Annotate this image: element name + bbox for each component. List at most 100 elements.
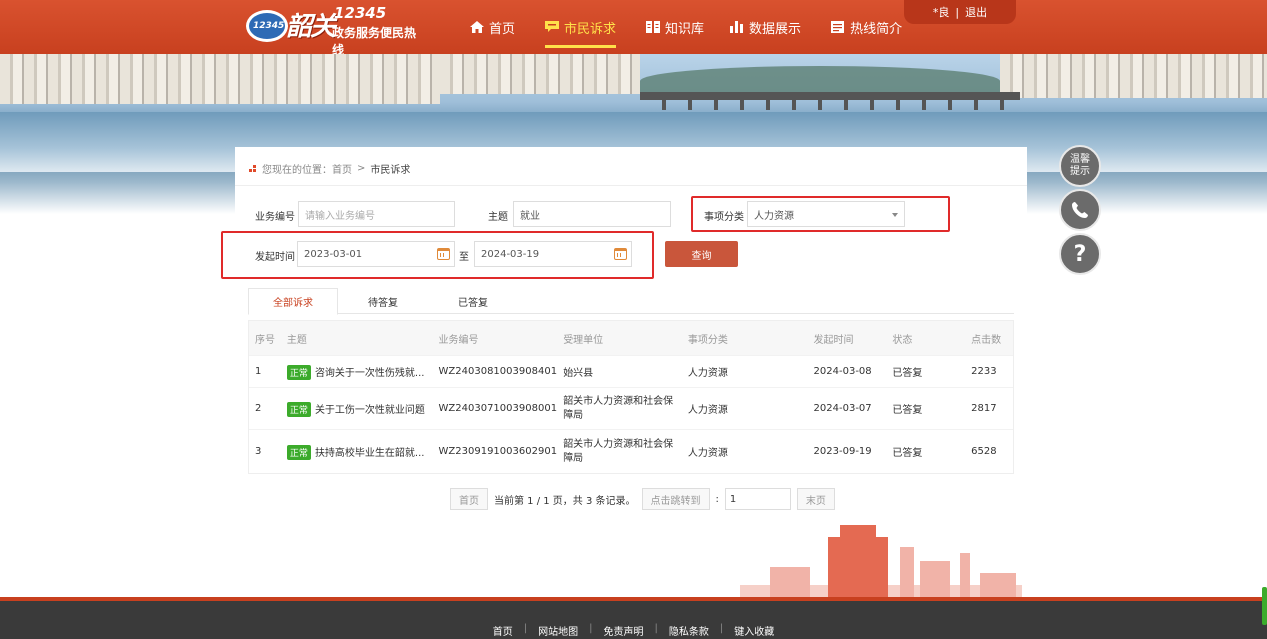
user-box: *良 | 退出 <box>904 0 1016 24</box>
subject-value: 就业 <box>520 210 540 222</box>
last-page-button[interactable]: 末页 <box>796 488 835 510</box>
city-buildings-mid <box>440 54 640 94</box>
end-date-input[interactable]: 2024-03-19 <box>474 241 632 267</box>
status-badge: 正常 <box>286 444 311 460</box>
nav-home[interactable]: 首页 <box>470 0 515 54</box>
footer: 首页 | 网站地图 | 免责声明 | 隐私条款 | 键入收藏 <box>0 601 1267 639</box>
breadcrumb-separator: > <box>357 163 366 174</box>
footer-link-bookmark[interactable]: 键入收藏 <box>723 623 785 638</box>
table-row[interactable]: 3 正常 扶持高校毕业生在韶就... WZ2309191003602901 韶关市… <box>249 429 1013 473</box>
footer-link-privacy[interactable]: 隐私条款 <box>658 623 720 638</box>
breadcrumb-prefix: 您现在的位置： <box>262 165 332 176</box>
subject-label: 主题 <box>488 212 508 223</box>
logout-link[interactable]: 退出 <box>965 4 987 20</box>
col-no: 序号 <box>255 334 275 346</box>
row-title-text[interactable]: 咨询关于一次性伤残就... <box>315 368 425 379</box>
tips-label: 温馨提示 <box>1070 154 1090 177</box>
business-no-input[interactable]: 请输入业务编号 <box>298 201 455 227</box>
chevron-down-icon <box>892 213 898 217</box>
home-icon <box>470 21 484 33</box>
pagination: 首页 当前第 1 / 1 页，共 3 条记录。 点击跳转到 : 1 末页 <box>450 488 835 510</box>
jump-button[interactable]: 点击跳转到 <box>641 488 710 510</box>
col-date: 发起时间 <box>813 334 854 346</box>
nav-citizen-appeals[interactable]: 市民诉求 <box>545 0 617 54</box>
main-panel: 您现在的位置： 首页 > 市民诉求 业务编号 请输入业务编号 主题 就业 事项分… <box>221 147 1027 527</box>
end-date-value: 2024-03-19 <box>481 248 540 260</box>
user-separator: | <box>955 5 960 19</box>
city-buildings-right <box>1000 54 1267 98</box>
logo-ring-text: 12345 <box>253 21 285 31</box>
username[interactable]: *良 <box>933 4 950 20</box>
divider <box>235 185 1027 186</box>
breadcrumb: 您现在的位置： 首页 > 市民诉求 <box>249 161 410 176</box>
tab-pending[interactable]: 待答复 <box>338 288 428 314</box>
main-nav: 首页 市民诉求 知识库 数据展示 热线简介 <box>470 0 930 54</box>
row-clicks: 2233 <box>971 366 997 377</box>
row-no: 3 <box>255 446 262 457</box>
row-code: WZ2403081003908401 <box>438 366 558 377</box>
row-status: 已答复 <box>892 448 923 459</box>
status-badge: 正常 <box>286 401 311 417</box>
row-title[interactable]: 正常 扶持高校毕业生在韶就... <box>281 444 433 460</box>
row-no: 2 <box>255 403 262 414</box>
col-category: 事项分类 <box>687 334 728 346</box>
help-button[interactable]: ? <box>1059 233 1101 275</box>
calendar-icon[interactable] <box>437 248 450 260</box>
category-select[interactable]: 人力资源 <box>747 201 905 227</box>
nav-hotline-intro[interactable]: 热线简介 <box>831 0 902 54</box>
table-row[interactable]: 1 正常 咨询关于一次性伤残就... WZ2403081003908401 始兴县… <box>249 355 1013 387</box>
start-date-value: 2023-03-01 <box>304 248 363 260</box>
row-date: 2024-03-08 <box>813 366 872 377</box>
breadcrumb-current: 市民诉求 <box>370 165 411 176</box>
business-no-label: 业务编号 <box>255 212 295 223</box>
subject-input[interactable]: 就业 <box>513 201 671 227</box>
tab-replied[interactable]: 已答复 <box>428 288 518 314</box>
scrollbar-thumb[interactable] <box>1262 587 1267 625</box>
row-title-text[interactable]: 扶持高校毕业生在韶就... <box>315 448 425 459</box>
row-category: 人力资源 <box>687 368 728 379</box>
row-category: 人力资源 <box>687 448 728 459</box>
appeals-table: 序号 主题 业务编号 受理单位 事项分类 发起时间 状态 点击数 1 正常 咨询关… <box>248 320 1014 474</box>
row-date: 2024-03-07 <box>813 403 872 414</box>
first-page-button[interactable]: 首页 <box>450 488 488 510</box>
category-label: 事项分类 <box>704 212 744 223</box>
bridge <box>640 92 1020 110</box>
footer-link-home[interactable]: 首页 <box>482 623 524 638</box>
table-row[interactable]: 2 正常 关于工伤一次性就业问题 WZ2403071003908001 韶关市人力… <box>249 387 1013 429</box>
site-logo[interactable]: 12345 韶关 12345 政务服务便民热线 <box>246 4 426 57</box>
row-title[interactable]: 正常 咨询关于一次性伤残就... <box>281 364 433 380</box>
jump-colon: : <box>715 493 719 505</box>
row-title-text[interactable]: 关于工伤一次性就业问题 <box>315 405 425 416</box>
nav-citizen-appeals-label: 市民诉求 <box>564 21 617 37</box>
row-status: 已答复 <box>892 368 923 379</box>
tab-all[interactable]: 全部诉求 <box>248 288 338 315</box>
to-label: 至 <box>459 252 469 263</box>
query-button[interactable]: 查询 <box>665 241 738 267</box>
table-header: 序号 主题 业务编号 受理单位 事项分类 发起时间 状态 点击数 <box>249 321 1013 355</box>
breadcrumb-home[interactable]: 首页 <box>332 161 352 176</box>
row-title[interactable]: 正常 关于工伤一次性就业问题 <box>281 401 433 417</box>
row-unit: 韶关市人力资源和社会保障局 <box>563 438 674 464</box>
document-icon <box>831 21 845 33</box>
row-unit: 始兴县 <box>563 368 594 379</box>
tips-button[interactable]: 温馨提示 <box>1059 145 1101 187</box>
phone-button[interactable] <box>1059 189 1101 231</box>
page-info: 当前第 1 / 1 页，共 3 条记录。 <box>494 495 636 507</box>
footer-link-sitemap[interactable]: 网站地图 <box>527 623 589 638</box>
col-status: 状态 <box>892 334 913 346</box>
nav-knowledge-base[interactable]: 知识库 <box>646 0 704 54</box>
row-unit: 韶关市人力资源和社会保障局 <box>563 395 674 421</box>
nav-data-display[interactable]: 数据展示 <box>730 0 801 54</box>
footer-links: 首页 | 网站地图 | 免责声明 | 隐私条款 | 键入收藏 <box>0 623 1267 638</box>
calendar-icon[interactable] <box>614 248 627 260</box>
start-date-input[interactable]: 2023-03-01 <box>297 241 455 267</box>
row-clicks: 6528 <box>971 446 997 457</box>
row-code: WZ2403071003908001 <box>438 403 558 414</box>
nav-hotline-intro-label: 热线简介 <box>850 21 903 37</box>
col-unit: 受理单位 <box>563 334 604 346</box>
location-icon <box>249 164 257 173</box>
page-number-input[interactable]: 1 <box>724 488 791 510</box>
city-buildings-left <box>0 54 440 104</box>
footer-link-disclaimer[interactable]: 免责声明 <box>593 623 655 638</box>
help-icon: ? <box>1073 241 1087 267</box>
